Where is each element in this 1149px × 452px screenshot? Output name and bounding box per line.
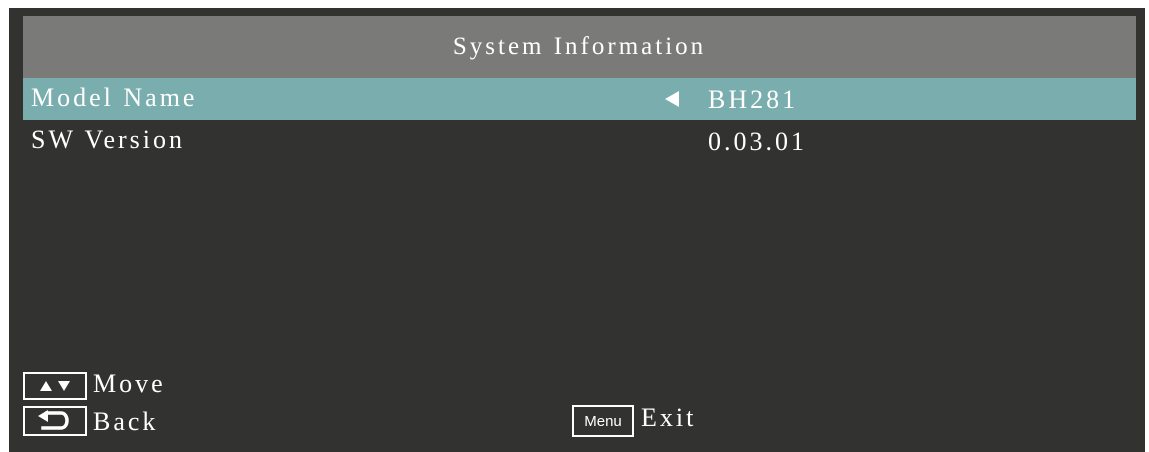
down-arrow-icon: [58, 381, 70, 391]
exit-hint: Exit: [641, 403, 697, 432]
row-model-name[interactable]: Model Name BH281: [23, 78, 1136, 120]
row-sw-version[interactable]: SW Version 0.03.01: [23, 120, 1136, 162]
row-value: BH281: [708, 85, 799, 114]
menu-key-icon: Menu: [572, 405, 634, 437]
up-down-arrows-icon: [23, 372, 87, 400]
left-triangle-icon[interactable]: [665, 91, 679, 107]
up-arrow-icon: [40, 381, 52, 391]
page-title: System Information: [452, 33, 707, 60]
return-arrow-glyph: [38, 410, 69, 430]
row-value: 0.03.01: [708, 127, 807, 156]
return-arrow-icon: [23, 406, 87, 436]
row-label: Model Name: [31, 83, 198, 112]
row-label: SW Version: [31, 125, 185, 154]
menu-key-label: Menu: [584, 412, 622, 430]
back-hint: Back: [93, 407, 159, 436]
move-hint: Move: [93, 369, 166, 398]
osd-menu-panel: System Information Model Name BH281 SW V…: [9, 8, 1145, 452]
title-bar: System Information: [23, 16, 1136, 78]
